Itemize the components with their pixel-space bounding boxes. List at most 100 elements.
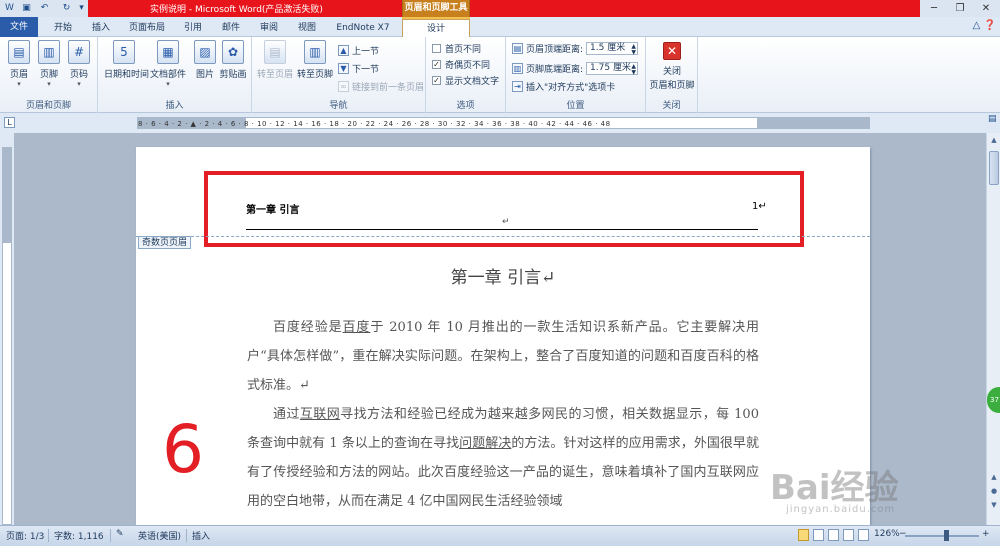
insert-align-tab-button[interactable]: ⇥ 插入"对齐方式"选项卡 xyxy=(512,79,615,93)
tab-home[interactable]: 开始 xyxy=(48,19,78,37)
window-title: 实例说明 - Microsoft Word(产品激活失败) xyxy=(150,5,323,15)
save-icon[interactable]: ▣ xyxy=(20,2,33,15)
page-count[interactable]: 页面: 1/3 xyxy=(6,529,44,542)
quick-parts-button[interactable]: ▦ 文档部件 ▾ xyxy=(150,40,186,92)
header-button[interactable]: ▤ 页眉 ▾ xyxy=(4,40,34,92)
insert-mode[interactable]: 插入 xyxy=(192,529,210,542)
spin-down-icon[interactable]: ▼ xyxy=(631,47,636,58)
para1-link: 百度 xyxy=(342,320,371,335)
paragraph-1[interactable]: 百度经验是百度于 2010 年 10 月推出的一款生活知识系新产品。它主要解决用… xyxy=(247,313,759,400)
paragraph-2[interactable]: 通过互联网寻找方法和经验已经成为越来越多网民的习惯，相关数据显示，每 100 条… xyxy=(247,400,759,516)
header-label: 页眉 xyxy=(9,70,28,80)
tab-review[interactable]: 审阅 xyxy=(254,19,284,37)
ruler-row: L 8 · 6 · 4 · 2 · ▲ · 2 · 4 · 6 · 8 · 10… xyxy=(0,113,1000,133)
tab-insert[interactable]: 插入 xyxy=(86,19,116,37)
align-tab-icon: ⇥ xyxy=(512,80,523,92)
print-layout-view-icon[interactable] xyxy=(798,529,809,541)
zoom-out-icon[interactable]: − xyxy=(899,529,907,539)
zoom-slider[interactable] xyxy=(905,535,979,537)
group-position: ▤ 页眉顶端距离: 1.5 厘米 ▲ ▼ ▥ 页脚底端距离: 1.75 厘米 ▲ ▼ ⇥… xyxy=(506,37,646,113)
tab-mailings[interactable]: 邮件 xyxy=(216,19,246,37)
proofing-icon[interactable]: ✎ xyxy=(116,529,124,539)
tab-design[interactable]: 设计 xyxy=(402,19,470,38)
footer-bottom-value: 1.75 厘米 xyxy=(590,62,631,73)
view-ruler-icon[interactable]: ▤ xyxy=(988,114,1000,130)
close-icon: ✕ xyxy=(663,42,681,60)
first-page-checkbox[interactable]: 首页不同 xyxy=(432,41,481,55)
goto-header-button[interactable]: ▤ 转至页眉 xyxy=(256,40,294,92)
tab-page-layout[interactable]: 页面布局 xyxy=(124,19,170,37)
header-left-text[interactable]: 第一章 引言 xyxy=(246,201,299,216)
group-label-header-footer: 页眉和页脚 xyxy=(25,101,71,111)
odd-even-checkbox[interactable]: ✓ 奇偶页不同 xyxy=(432,57,490,71)
footer-bottom-input[interactable]: 1.75 厘米 ▲ ▼ xyxy=(586,61,639,78)
zoom-level[interactable]: 126% xyxy=(874,529,900,539)
context-strip xyxy=(402,17,470,19)
close-window-button[interactable]: ✕ xyxy=(973,0,999,17)
browse-object-icon[interactable]: ● xyxy=(989,487,999,497)
title-bar: W ▣ ↶ ↻ ▾ 实例说明 - Microsoft Word(产品激活失败) … xyxy=(0,0,1000,17)
redo-icon[interactable]: ↻ xyxy=(60,2,73,15)
first-page-label: 首页不同 xyxy=(445,44,482,55)
goto-footer-button[interactable]: ▥ 转至页脚 xyxy=(296,40,334,92)
vertical-ruler[interactable] xyxy=(0,133,14,525)
horizontal-ruler[interactable]: 8 · 6 · 4 · 2 · ▲ · 2 · 4 · 6 · 8 · 10 ·… xyxy=(137,117,870,129)
tab-view[interactable]: 视图 xyxy=(292,19,322,37)
next-page-icon[interactable]: ▼ xyxy=(989,501,999,511)
help-icon[interactable]: △ ❓ xyxy=(973,20,996,31)
zoom-in-icon[interactable]: + xyxy=(982,529,990,539)
vertical-scrollbar[interactable]: ▲ ▲ ● ▼ xyxy=(986,133,1000,525)
goto-footer-icon: ▥ xyxy=(304,40,326,64)
group-header-footer: ▤ 页眉 ▾ ▥ 页脚 ▾ # 页码 ▾ 页眉和页脚 xyxy=(0,37,98,113)
next-section-label: 下一节 xyxy=(352,64,380,75)
restore-button[interactable]: ❐ xyxy=(947,0,973,17)
web-layout-view-icon[interactable] xyxy=(828,529,839,541)
clipart-button[interactable]: ✿ 剪贴画 xyxy=(218,40,248,92)
document-page[interactable]: 第一章 引言 1↵ ↵ 奇数页页眉 第一章 引言↵ 百度经验是百度于 2010 … xyxy=(136,147,870,526)
footer-bottom-row: ▥ 页脚底端距离: 1.75 厘米 ▲ ▼ xyxy=(512,61,639,78)
prev-page-icon[interactable]: ▲ xyxy=(989,473,999,483)
picture-button[interactable]: ▨ 图片 xyxy=(190,40,220,92)
quick-parts-label: 文档部件 xyxy=(150,70,187,80)
spin-down-icon[interactable]: ▼ xyxy=(631,67,636,78)
status-divider xyxy=(48,529,49,542)
draft-view-icon[interactable] xyxy=(858,529,869,541)
clipart-icon: ✿ xyxy=(222,40,244,64)
header-top-row: ▤ 页眉顶端距离: 1.5 厘米 ▲ ▼ xyxy=(512,41,639,58)
tab-references[interactable]: 引用 xyxy=(178,19,208,37)
link-previous-button[interactable]: ∞ 链接到前一条页眉 xyxy=(338,79,424,93)
close-header-footer-button[interactable]: ✕ 关闭 页眉和页脚 xyxy=(648,40,696,92)
scroll-thumb[interactable] xyxy=(989,151,999,185)
header-underline xyxy=(246,229,758,230)
prev-section-button[interactable]: ▲ 上一节 xyxy=(338,43,379,57)
zoom-slider-thumb[interactable] xyxy=(944,530,949,541)
group-label-navigation: 导航 xyxy=(329,101,348,111)
tab-endnote[interactable]: EndNote X7 xyxy=(330,19,396,37)
header-top-input[interactable]: 1.5 厘米 ▲ ▼ xyxy=(586,41,639,58)
show-text-checkbox[interactable]: ✓ 显示文档文字 xyxy=(432,73,499,87)
tab-file[interactable]: 文件 xyxy=(0,17,38,37)
step-number-annotation: 6 xyxy=(162,411,204,488)
language-indicator[interactable]: 英语(美国) xyxy=(138,529,181,542)
page-number-button[interactable]: # 页码 ▾ xyxy=(64,40,94,92)
scroll-up-icon[interactable]: ▲ xyxy=(989,136,999,146)
full-screen-view-icon[interactable] xyxy=(813,529,824,541)
prev-section-label: 上一节 xyxy=(352,46,380,57)
calendar-icon: 5 xyxy=(113,40,135,64)
customize-toolbar-icon[interactable]: ▾ xyxy=(75,2,88,15)
header-top-label: 页眉顶端距离: xyxy=(526,44,584,55)
undo-icon[interactable]: ↶ xyxy=(38,2,51,15)
ribbon-tabs: 文件 开始 插入 页面布局 引用 邮件 审阅 视图 EndNote X7 设计 … xyxy=(0,17,1000,38)
para2-text-a: 通过 xyxy=(273,407,300,422)
footer-button[interactable]: ▥ 页脚 ▾ xyxy=(34,40,64,92)
word-count[interactable]: 字数: 1,116 xyxy=(54,529,104,542)
outline-view-icon[interactable] xyxy=(843,529,854,541)
header-page-number[interactable]: 1↵ xyxy=(752,201,767,212)
page-number-icon: # xyxy=(68,40,90,64)
datetime-button[interactable]: 5 日期和时间 xyxy=(104,40,149,92)
next-section-button[interactable]: ▼ 下一节 xyxy=(338,61,379,75)
dropdown-arrow-icon: ▾ xyxy=(166,80,170,88)
minimize-button[interactable]: ─ xyxy=(921,0,947,17)
chapter-title[interactable]: 第一章 引言↵ xyxy=(136,263,870,288)
tab-selector[interactable]: L xyxy=(4,117,15,128)
